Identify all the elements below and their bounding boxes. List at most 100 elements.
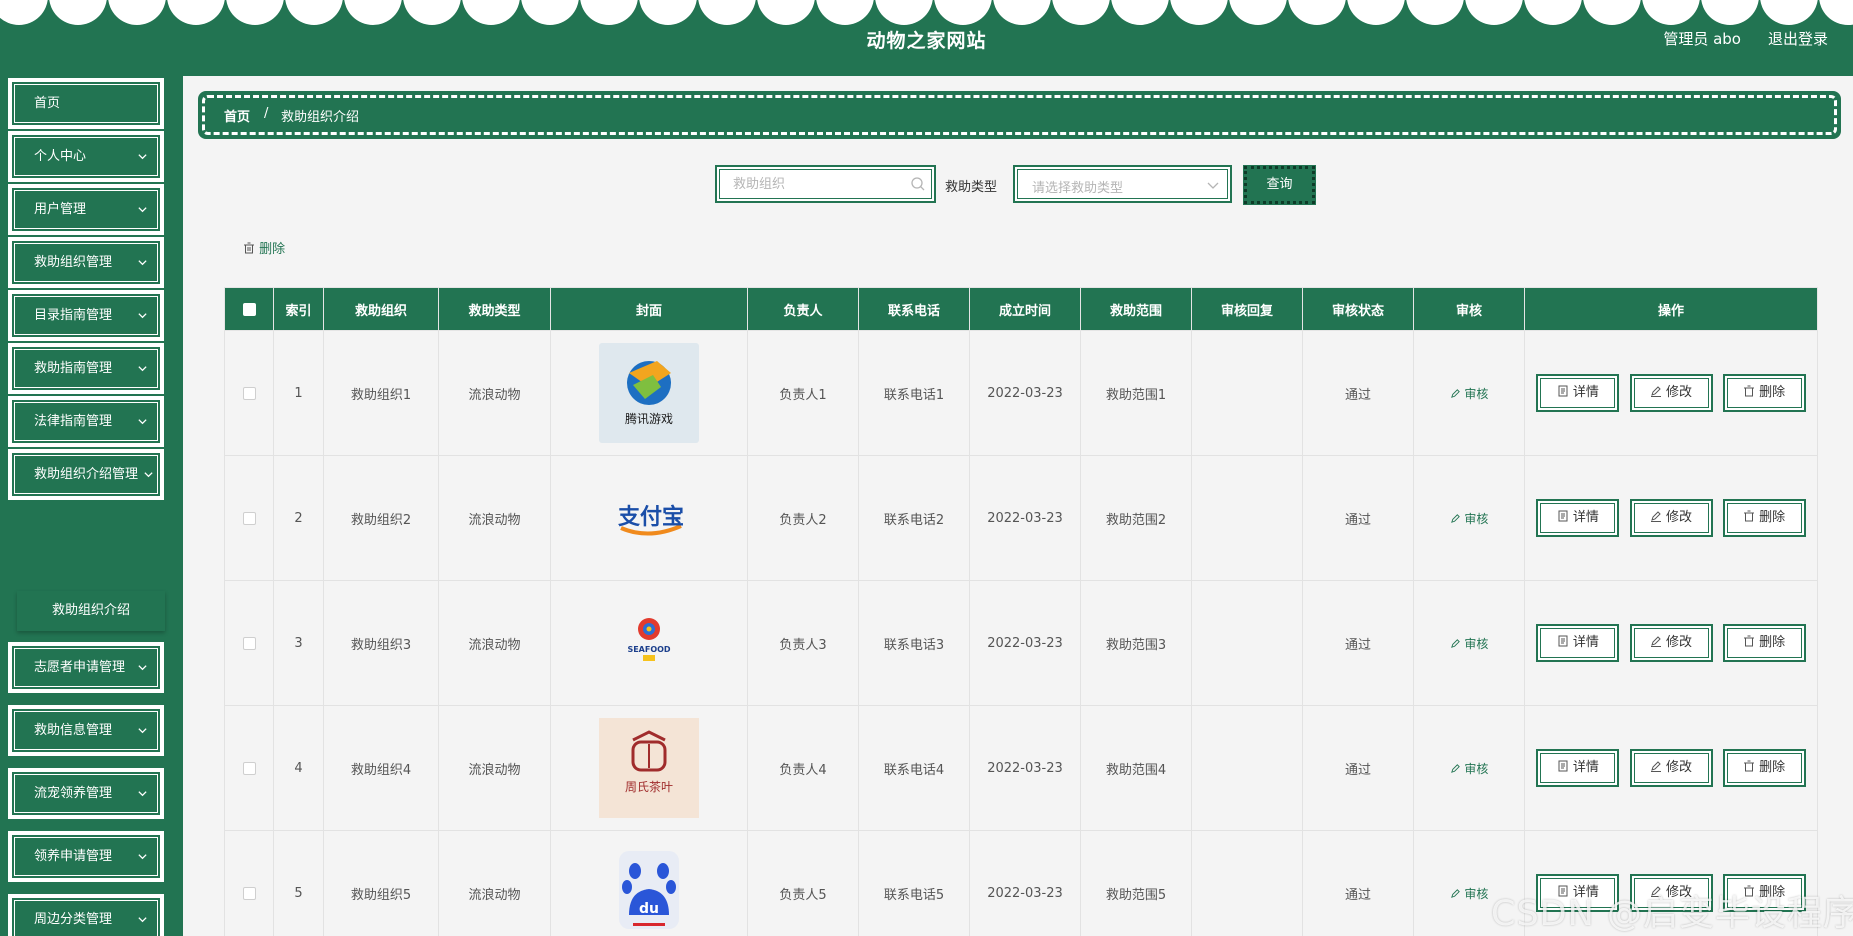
scallop-shape [108, 0, 166, 25]
delete-button[interactable]: 删除 [1722, 499, 1806, 537]
cell-audit: 审核 [1413, 330, 1525, 456]
column-header: 成立时间 [969, 287, 1081, 331]
cell-cover: du [550, 830, 748, 936]
detail-label: 详情 [1572, 760, 1599, 775]
delete-button[interactable]: 删除 [1722, 749, 1806, 787]
pencil-icon [1450, 638, 1460, 648]
column-header: 救助类型 [438, 287, 551, 331]
chevron-down-icon [137, 898, 148, 936]
scallop-shape [1288, 0, 1346, 25]
edit-label: 修改 [1665, 385, 1692, 400]
audit-label: 审核 [1464, 886, 1489, 901]
trash-icon [1744, 635, 1755, 647]
audit-link[interactable]: 审核 [1450, 637, 1488, 651]
sidebar-item-label: 救助指南管理 [34, 361, 113, 376]
table-row: 2 救助组织2 流浪动物 支付宝 负责人2 联系电话2 2022-03-23 救… [224, 455, 1818, 581]
column-header: 审核回复 [1191, 287, 1303, 331]
row-checkbox[interactable] [242, 386, 256, 400]
scallop-shape [1760, 0, 1818, 25]
audit-link[interactable]: 审核 [1450, 762, 1488, 776]
audit-link[interactable]: 审核 [1450, 387, 1488, 401]
sidebar-item-rescue-guide-management[interactable]: 救助指南管理 [8, 343, 164, 394]
sidebar-item-rescue-org-management[interactable]: 救助组织管理 [8, 237, 164, 288]
sidebar-item-rescue-info-management[interactable]: 救助信息管理 [8, 705, 164, 756]
pencil-icon [1650, 511, 1661, 522]
cell-audit: 审核 [1413, 705, 1525, 831]
detail-button[interactable]: 详情 [1536, 499, 1620, 537]
edit-button[interactable]: 修改 [1629, 749, 1713, 787]
org-search-input[interactable] [733, 167, 913, 201]
sidebar-item-personal-center[interactable]: 个人中心 [8, 131, 164, 182]
rescue-type-select[interactable]: 请选择救助类型 [1013, 165, 1232, 203]
sidebar-item-user-management[interactable]: 用户管理 [8, 184, 164, 235]
scallop-shape [1111, 0, 1169, 25]
scallop-shape [1347, 0, 1405, 25]
select-all-checkbox[interactable] [242, 302, 256, 316]
cell-index: 3 [273, 580, 324, 706]
edit-button[interactable]: 修改 [1629, 374, 1713, 412]
sidebar-item-label: 目录指南管理 [34, 308, 113, 323]
detail-button[interactable]: 详情 [1536, 374, 1620, 412]
sidebar-item-legal-guide-management[interactable]: 法律指南管理 [8, 396, 164, 447]
detail-button[interactable]: 详情 [1536, 749, 1620, 787]
row-checkbox[interactable] [242, 636, 256, 650]
scallop-shape [580, 0, 638, 25]
breadcrumb-dashed-border [202, 95, 1837, 135]
chevron-down-icon [137, 709, 148, 752]
sidebar-item-rescue-org-intro-management[interactable]: 救助组织介绍管理 [8, 449, 164, 500]
sidebar-item-label: 个人中心 [34, 149, 87, 164]
sidebar-item-volunteer-application-management[interactable]: 志愿者申请管理 [8, 642, 164, 693]
row-checkbox[interactable] [242, 761, 256, 775]
audit-link[interactable]: 审核 [1450, 512, 1488, 526]
scallop-shape [285, 0, 343, 25]
scallop-shape [1229, 0, 1287, 25]
row-checkbox[interactable] [242, 886, 256, 900]
cell-type: 流浪动物 [438, 830, 551, 936]
cell-date: 2022-03-23 [969, 705, 1081, 831]
delete-button[interactable]: 删除 [1722, 624, 1806, 662]
scallop-shape [521, 0, 579, 25]
cell-date: 2022-03-23 [969, 580, 1081, 706]
delete-button[interactable]: 删除 [1722, 374, 1806, 412]
cell-org: 救助组织5 [323, 830, 439, 936]
cell-actions: 详情 修改 删除 [1524, 455, 1818, 581]
cell-org: 救助组织3 [323, 580, 439, 706]
detail-label: 详情 [1572, 510, 1599, 525]
chevron-down-icon [143, 453, 154, 496]
search-icon [911, 177, 925, 191]
logout-link[interactable]: 退出登录 [1768, 28, 1828, 49]
edit-button[interactable]: 修改 [1629, 499, 1713, 537]
alipay-logo: 支付宝 [599, 468, 699, 568]
audit-link[interactable]: 审核 [1450, 886, 1489, 901]
sidebar-item-nearby-category-management[interactable]: 周边分类管理 [8, 894, 164, 936]
table-row: 3 救助组织3 流浪动物 SEAFOOD 负责人3 联系电话3 2022-03-… [224, 580, 1818, 706]
sidebar-item-label: 法律指南管理 [34, 414, 113, 429]
bulk-delete-button[interactable]: 删除 [243, 238, 285, 257]
cell-status: 通过 [1302, 330, 1414, 456]
cell-phone: 联系电话1 [858, 330, 970, 456]
pencil-icon [1450, 763, 1460, 773]
cell-reply [1191, 705, 1303, 831]
delete-label: 删除 [1759, 385, 1786, 400]
query-button[interactable]: 查询 [1243, 165, 1316, 205]
table-row: 1 救助组织1 流浪动物 腾讯游戏 负责人1 联系电话1 2022-03-23 … [224, 330, 1818, 456]
scallop-shape [934, 0, 992, 25]
cell-type: 流浪动物 [438, 330, 551, 456]
row-checkbox[interactable] [242, 511, 256, 525]
cell-scope: 救助范围1 [1080, 330, 1192, 456]
cell-cover: 周氏茶叶 [550, 705, 748, 831]
sidebar-item-pet-adoption-management[interactable]: 流宠领养管理 [8, 768, 164, 819]
sidebar-item-adoption-application-management[interactable]: 领养申请管理 [8, 831, 164, 882]
scallop-shape [1701, 0, 1759, 25]
trash-icon [244, 242, 254, 254]
edit-button[interactable]: 修改 [1629, 624, 1713, 662]
submenu-item-rescue-org-intro[interactable]: 救助组织介绍 [17, 591, 165, 631]
cell-type: 流浪动物 [438, 455, 551, 581]
breadcrumb-home-link[interactable]: 首页 [224, 106, 250, 125]
scallop-shape [344, 0, 402, 25]
tea-shop-logo: 周氏茶叶 [599, 718, 699, 818]
sidebar-item-home[interactable]: 首页 [8, 78, 164, 129]
detail-button[interactable]: 详情 [1536, 624, 1620, 662]
sidebar-item-catalog-guide-management[interactable]: 目录指南管理 [8, 290, 164, 341]
org-search-field[interactable] [715, 165, 936, 203]
